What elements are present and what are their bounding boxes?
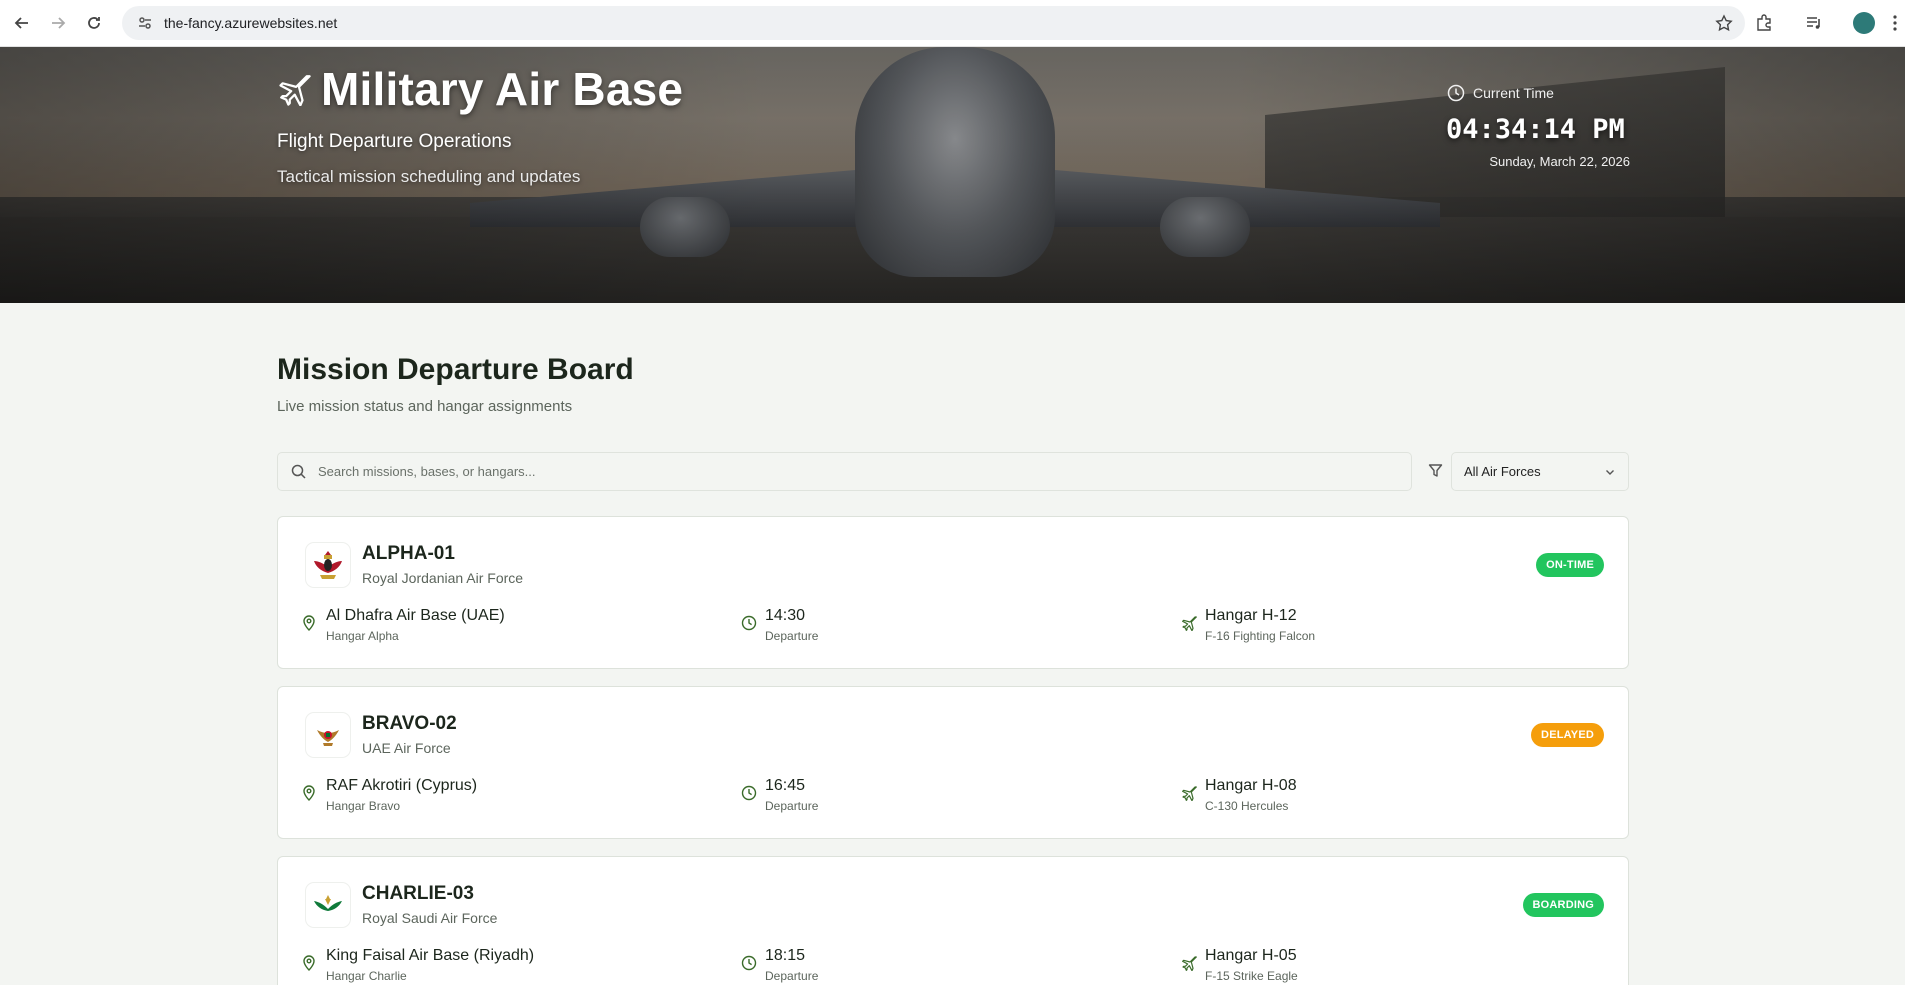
board-title: Mission Departure Board xyxy=(277,353,634,386)
arrow-left-icon xyxy=(14,17,28,29)
base-hangar: Hangar Bravo xyxy=(326,799,401,813)
hangar-name: Hangar H-05 xyxy=(1205,947,1297,964)
hangar-assignment: Hangar H-05 F-15 Strike Eagle xyxy=(1181,947,1298,983)
time-label: Departure xyxy=(765,629,819,643)
departure-base: King Faisal Air Base (Riyadh) Hangar Char… xyxy=(302,947,534,983)
clock-icon xyxy=(741,615,757,631)
falcon-crest-icon xyxy=(317,730,339,746)
eagle-crest-icon xyxy=(314,551,342,579)
hangar-name: Hangar H-08 xyxy=(1205,777,1297,794)
arrow-right-icon xyxy=(52,17,66,29)
status-badge: ON-TIME xyxy=(1536,553,1604,577)
plane-icon xyxy=(279,75,311,106)
mission-callsign: CHARLIE-03 xyxy=(362,883,474,904)
clock-date: Sunday, March 22, 2026 xyxy=(1489,154,1630,169)
mission-air-force: Royal Saudi Air Force xyxy=(362,910,498,926)
hero-tagline: Tactical mission scheduling and updates xyxy=(277,167,581,186)
clock-icon xyxy=(741,955,757,971)
back-button[interactable] xyxy=(4,5,40,41)
map-pin-icon xyxy=(302,785,318,801)
map-pin-icon xyxy=(302,955,318,971)
clock-time: 04:34:14 PM xyxy=(1446,114,1625,145)
mission-card-bravo[interactable]: BRAVO-02 UAE Air Force DELAYED RAF Akrot… xyxy=(277,686,1629,839)
reload-icon xyxy=(88,17,100,29)
address-bar[interactable]: the-fancy.azurewebsites.net xyxy=(122,6,1745,40)
search-box[interactable] xyxy=(277,452,1412,491)
base-name: Al Dhafra Air Base (UAE) xyxy=(326,607,505,624)
mission-air-force: Royal Jordanian Air Force xyxy=(362,570,524,586)
air-force-emblem xyxy=(306,713,350,757)
mission-callsign: ALPHA-01 xyxy=(362,543,455,564)
map-pin-icon xyxy=(302,615,318,631)
base-hangar: Hangar Alpha xyxy=(326,629,399,643)
board-subtitle: Live mission status and hangar assignmen… xyxy=(277,398,573,415)
mission-air-force: UAE Air Force xyxy=(362,740,451,756)
clock-icon xyxy=(741,785,757,801)
site-settings-icon[interactable] xyxy=(130,15,160,31)
mission-card-charlie[interactable]: CHARLIE-03 Royal Saudi Air Force BOARDIN… xyxy=(277,856,1629,985)
departure-time: 16:45 Departure xyxy=(741,777,818,813)
mission-callsign: BRAVO-02 xyxy=(362,713,457,734)
filter-selected-value: All Air Forces xyxy=(1464,464,1541,479)
time-label: Departure xyxy=(765,799,819,813)
aircraft-type: C-130 Hercules xyxy=(1205,799,1289,813)
clock-label: Current Time xyxy=(1447,84,1554,102)
page-title: Military Air Base xyxy=(321,63,684,115)
air-force-emblem xyxy=(306,883,350,927)
departure-base: RAF Akrotiri (Cyprus) Hangar Bravo xyxy=(302,777,477,813)
plane-icon xyxy=(1181,955,1197,971)
base-name: RAF Akrotiri (Cyprus) xyxy=(326,777,478,794)
mission-card-alpha[interactable]: ALPHA-01 Royal Jordanian Air Force ON-TI… xyxy=(277,516,1629,669)
chevron-down-icon xyxy=(1606,469,1614,475)
status-badge: DELAYED xyxy=(1531,723,1604,747)
air-force-filter-select[interactable]: All Air Forces xyxy=(1451,452,1629,491)
plane-icon xyxy=(1181,785,1197,801)
media-controls-icon[interactable] xyxy=(1797,6,1831,40)
status-badge: BOARDING xyxy=(1522,893,1604,917)
profile-avatar[interactable] xyxy=(1847,6,1881,40)
aircraft-type: F-16 Fighting Falcon xyxy=(1205,629,1316,643)
wings-crest-icon xyxy=(314,895,342,911)
hero-title-group: Military Air Base xyxy=(277,62,683,116)
base-hangar: Hangar Charlie xyxy=(326,969,407,983)
extensions-icon[interactable] xyxy=(1747,6,1781,40)
departure-time: 14:30 Departure xyxy=(741,607,818,643)
time-value: 18:15 xyxy=(765,947,806,964)
search-icon xyxy=(291,464,306,479)
air-force-emblem xyxy=(306,543,350,587)
departure-base: Al Dhafra Air Base (UAE) Hangar Alpha xyxy=(302,607,505,643)
base-name: King Faisal Air Base (Riyadh) xyxy=(326,947,535,964)
aircraft-type: F-15 Strike Eagle xyxy=(1205,969,1298,983)
plane-icon xyxy=(1181,615,1197,631)
hangar-name: Hangar H-12 xyxy=(1205,607,1297,624)
reload-button[interactable] xyxy=(76,5,112,41)
filter-icon xyxy=(1428,463,1443,478)
browser-toolbar: the-fancy.azurewebsites.net xyxy=(0,0,1905,47)
clock-label-text: Current Time xyxy=(1473,85,1554,101)
clock-icon xyxy=(1447,84,1465,102)
hangar-assignment: Hangar H-08 C-130 Hercules xyxy=(1181,777,1297,813)
hero-subtitle: Flight Departure Operations xyxy=(277,131,512,152)
hangar-assignment: Hangar H-12 F-16 Fighting Falcon xyxy=(1181,607,1315,643)
departure-time: 18:15 Departure xyxy=(741,947,818,983)
menu-kebab-icon[interactable] xyxy=(1885,6,1905,40)
url-text: the-fancy.azurewebsites.net xyxy=(164,15,338,31)
time-label: Departure xyxy=(765,969,819,983)
time-value: 14:30 xyxy=(765,607,806,624)
forward-button[interactable] xyxy=(40,5,76,41)
search-input[interactable] xyxy=(318,464,1318,479)
time-value: 16:45 xyxy=(765,777,806,794)
